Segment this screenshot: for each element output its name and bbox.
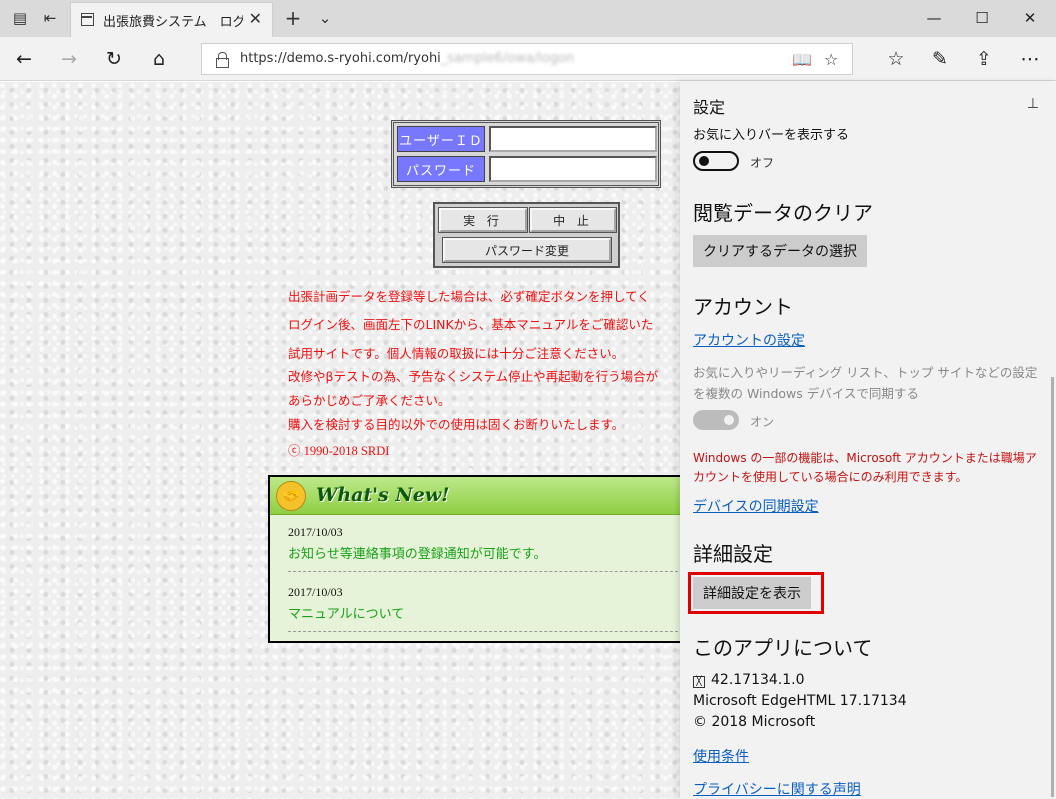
notice-line: ログイン後、画面左下のLINKから、基本マニュアルをご確認いた (288, 317, 654, 332)
password-input[interactable] (489, 156, 657, 182)
news-date: 2017/10/03 (288, 585, 343, 599)
highlight-box (688, 572, 824, 614)
change-password-button[interactable]: パスワード変更 (442, 237, 612, 263)
sync-description: お気に入りやリーディング リスト、トップ サイトなどの設定を複数の Window… (693, 365, 1038, 401)
url-input[interactable]: https://demo.s-ryohi.com/ryohi_sample6/o… (201, 43, 853, 75)
refresh-icon[interactable]: ↻ (100, 45, 128, 73)
execute-button[interactable]: 実 行 (438, 207, 528, 233)
clear-data-heading: 閲覧データのクリア (693, 201, 873, 225)
tab-close-icon[interactable]: ✕ (249, 9, 262, 28)
maximize-icon[interactable]: ☐ (962, 4, 1002, 32)
tab-actions-icon[interactable]: ▤ (7, 6, 33, 30)
settings-scrollbar[interactable] (1051, 377, 1054, 797)
favorites-bar-label: お気に入りバーを表示する (693, 128, 850, 143)
minimize-icon[interactable]: — (914, 4, 954, 32)
favorites-hub-icon[interactable]: ☆ (882, 45, 910, 73)
copyright-text: © 2018 Microsoft (693, 714, 816, 730)
tab-bar: ▤ ⇤ 出張旅費システム ログオ ✕ + ⌄ — ☐ ✕ (0, 0, 1056, 37)
advanced-heading: 詳細設定 (693, 542, 773, 566)
cancel-button[interactable]: 中 止 (529, 207, 617, 233)
app-version: ╳ 42.17134.1.0 (693, 672, 805, 688)
news-divider (288, 571, 680, 572)
notice-line: 試用サイトです。個人情報の取扱には十分ご注意ください。 (288, 346, 625, 361)
home-icon[interactable]: ⌂ (145, 45, 173, 73)
lock-icon (216, 52, 229, 68)
more-icon[interactable]: ⋯ (1016, 45, 1044, 73)
web-page: ユーザーＩＤ パスワード 実 行 中 止 パスワード変更 出張計画データを登録等… (0, 82, 680, 799)
url-text: https://demo.s-ryohi.com/ryohi_sample6/o… (240, 51, 575, 66)
copyright-notice: ⓒ 1990-2018 SRDI (288, 444, 390, 458)
settings-title: 設定 (693, 98, 726, 117)
version-icon: ╳ (693, 676, 705, 688)
favorites-bar-toggle[interactable] (693, 151, 739, 171)
active-tab[interactable]: 出張旅費システム ログオ ✕ (70, 2, 273, 37)
pin-icon[interactable]: ⊣ (1024, 97, 1040, 109)
address-bar: ← → ↻ ⌂ https://demo.s-ryohi.com/ryohi_s… (0, 37, 1056, 81)
close-window-icon[interactable]: ✕ (1010, 4, 1050, 32)
share-icon[interactable]: ⇪ (970, 45, 998, 73)
favorite-star-icon[interactable]: ☆ (824, 50, 838, 69)
news-date: 2017/10/03 (288, 525, 343, 539)
settings-panel: 設定 ⊣ お気に入りバーを表示する オフ 閲覧データのクリア クリアするデータの… (680, 82, 1056, 799)
account-heading: アカウント (693, 295, 793, 319)
user-id-input[interactable] (489, 126, 657, 152)
sync-toggle[interactable] (693, 410, 739, 430)
notice-line: 改修やβテストの為、予告なくシステム停止や再起動を行う場合が (288, 369, 659, 384)
reading-view-icon[interactable]: 📖 (792, 50, 812, 69)
whats-new-panel: 🤝 What's New! 2017/10/03 お知らせ等連絡事項の登録通知が… (268, 475, 680, 643)
tab-title: 出張旅費システム ログオ (103, 15, 243, 30)
favorites-toggle-state: オフ (750, 156, 775, 170)
pen-icon[interactable]: ✎ (926, 45, 954, 73)
news-link[interactable]: マニュアルについて (288, 603, 404, 622)
sync-toggle-state: オン (750, 415, 775, 429)
password-label: パスワード (397, 156, 485, 182)
terms-link[interactable]: 使用条件 (693, 746, 749, 766)
forward-icon[interactable]: → (55, 45, 83, 73)
login-form: ユーザーＩＤ パスワード (391, 120, 661, 188)
back-icon[interactable]: ← (10, 45, 38, 73)
page-icon (81, 13, 94, 26)
new-tab-icon[interactable]: + (280, 6, 306, 30)
clear-data-button[interactable]: クリアするデータの選択 (693, 235, 867, 267)
engine-version: Microsoft EdgeHTML 17.17134 (693, 693, 907, 709)
tab-preview-chevron-icon[interactable]: ⌄ (312, 6, 338, 30)
news-link[interactable]: お知らせ等連絡事項の登録通知が可能です。 (288, 543, 546, 562)
news-divider (288, 631, 680, 632)
set-aside-tabs-icon[interactable]: ⇤ (37, 6, 63, 30)
whats-new-title: What's New! (316, 484, 450, 506)
button-group: 実 行 中 止 パスワード変更 (433, 202, 620, 268)
whats-new-header: 🤝 What's New! (270, 477, 680, 515)
device-sync-link[interactable]: デバイスの同期設定 (693, 496, 819, 516)
account-warning: Windows の一部の機能は、Microsoft アカウントまたは職場アカウン… (693, 451, 1037, 484)
notice-line: あらかじめご了承ください。 (288, 393, 451, 408)
notice-line: 出張計画データを登録等した場合は、必ず確定ボタンを押してく (288, 289, 650, 304)
notice-line: 購入を検討する目的以外での使用は固くお断りいたします。 (288, 417, 625, 432)
user-id-label: ユーザーＩＤ (397, 126, 485, 152)
privacy-link[interactable]: プライバシーに関する声明 (693, 779, 861, 799)
app-version-text: 42.17134.1.0 (711, 672, 805, 688)
account-settings-link[interactable]: アカウントの設定 (693, 330, 805, 350)
handshake-icon: 🤝 (276, 481, 306, 511)
about-heading: このアプリについて (693, 636, 873, 660)
